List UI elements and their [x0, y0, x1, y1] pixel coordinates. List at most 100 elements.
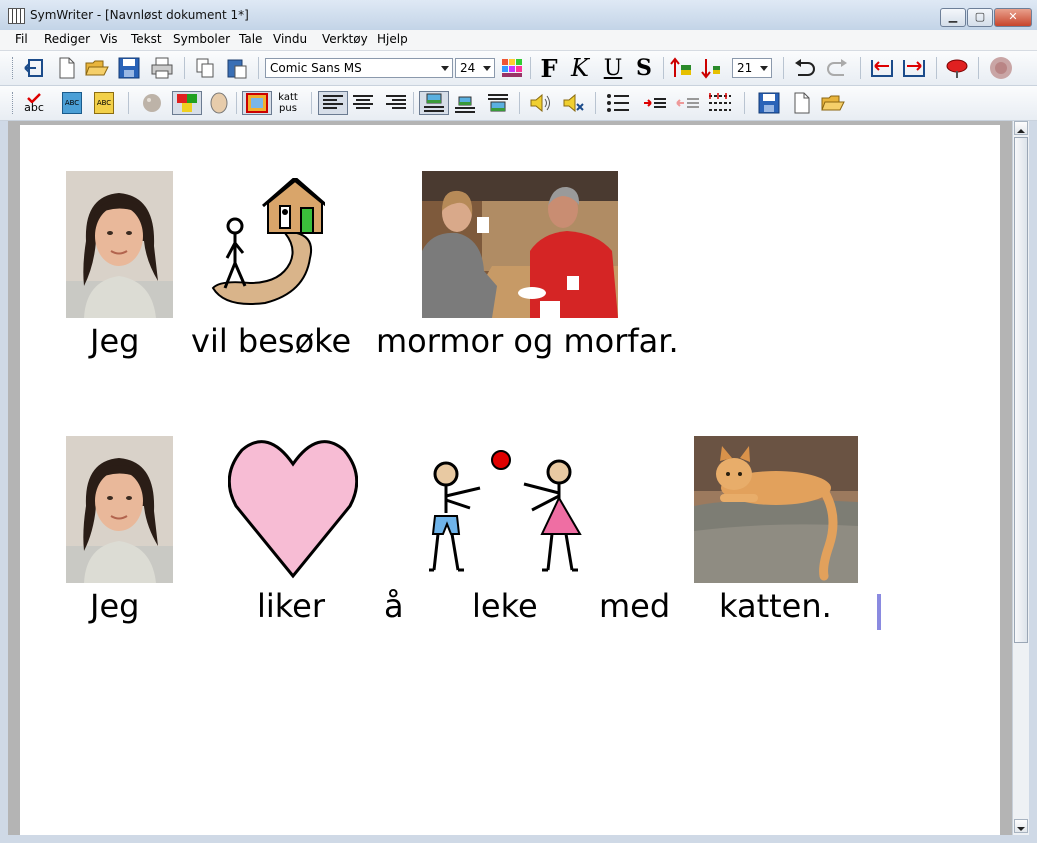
menu-fil[interactable]: Fil	[15, 32, 28, 46]
speak-settings-icon[interactable]	[561, 91, 585, 115]
word-jeg-1[interactable]: Jeg	[90, 322, 139, 360]
indent-right-icon[interactable]	[901, 56, 925, 80]
font-name-select[interactable]: Comic Sans MS	[265, 58, 453, 78]
word-mormor-og-morfar[interactable]: mormor og morfar.	[376, 322, 679, 360]
symbol-set-icon[interactable]: ABC	[60, 91, 84, 115]
color-palette-icon[interactable]	[500, 56, 524, 80]
copy-icon[interactable]	[193, 56, 217, 80]
toolbar-grip[interactable]	[12, 92, 16, 114]
picture-frame-icon[interactable]	[242, 91, 272, 115]
bold-icon[interactable]: F	[537, 54, 561, 83]
strike-icon[interactable]: S	[632, 55, 656, 81]
bullet-list-icon[interactable]	[606, 91, 630, 115]
indent-icon[interactable]	[676, 91, 700, 115]
title-bar: SymWriter - [Navnløst dokument 1*] ▁ ▢ ✕	[0, 0, 1037, 31]
word-leke[interactable]: leke	[472, 587, 538, 625]
numbered-list-icon[interactable]	[708, 91, 732, 115]
app-icon	[8, 8, 25, 24]
menu-vis[interactable]: Vis	[100, 32, 118, 46]
separator	[978, 57, 979, 79]
palette-icon[interactable]	[140, 91, 164, 115]
menu-tale[interactable]: Tale	[239, 32, 262, 46]
stop-icon[interactable]	[945, 56, 969, 80]
vertical-scrollbar[interactable]	[1012, 121, 1030, 835]
separator	[128, 92, 129, 114]
word-aa[interactable]: å	[384, 587, 404, 625]
girl-photo-2[interactable]	[66, 436, 173, 583]
picture-middle-icon[interactable]	[453, 91, 477, 115]
paste-icon[interactable]	[225, 56, 249, 80]
save-small-icon[interactable]	[757, 91, 781, 115]
align-center-icon[interactable]	[351, 91, 375, 115]
word-katten[interactable]: katten.	[719, 587, 832, 625]
walk-to-house-symbol[interactable]	[205, 176, 328, 313]
maximize-button[interactable]: ▢	[967, 8, 993, 27]
record-icon[interactable]	[989, 56, 1013, 80]
indent-left-icon[interactable]	[869, 56, 893, 80]
new-document-icon[interactable]	[55, 56, 79, 80]
toolbar-grip[interactable]	[12, 57, 16, 79]
spellcheck-icon[interactable]: abc	[22, 91, 46, 115]
girl-photo[interactable]	[66, 171, 173, 318]
open-small-icon[interactable]	[821, 91, 845, 115]
separator	[236, 92, 237, 114]
symbol-label-top: katt	[278, 92, 298, 103]
menu-verktoy[interactable]: Verktøy	[322, 32, 368, 46]
color-swatch-icon[interactable]	[172, 91, 202, 115]
speak-icon[interactable]	[528, 91, 552, 115]
symbol-set-alt-label: ABC	[94, 92, 114, 114]
window-frame-bottom	[0, 835, 1037, 843]
open-folder-icon[interactable]	[85, 56, 109, 80]
outdent-icon[interactable]	[643, 91, 667, 115]
decrease-symbol-size-icon[interactable]	[701, 56, 725, 80]
close-button[interactable]: ✕	[994, 8, 1032, 27]
menu-hjelp[interactable]: Hjelp	[377, 32, 408, 46]
separator	[184, 57, 185, 79]
new-small-icon[interactable]	[790, 91, 814, 115]
menu-vindu[interactable]: Vindu	[273, 32, 307, 46]
align-left-icon[interactable]	[318, 91, 348, 115]
print-icon[interactable]	[150, 56, 174, 80]
underline-icon[interactable]: U	[601, 56, 625, 81]
window-title: SymWriter - [Navnløst dokument 1*]	[30, 8, 249, 22]
redo-icon[interactable]	[825, 56, 849, 80]
separator	[860, 57, 861, 79]
chevron-down-icon	[483, 66, 491, 71]
increase-symbol-size-icon[interactable]	[670, 56, 694, 80]
heart-symbol[interactable]	[227, 434, 359, 580]
separator	[595, 92, 596, 114]
menu-symboler[interactable]: Symboler	[173, 32, 230, 46]
italic-icon[interactable]: K	[568, 54, 592, 82]
font-size-select[interactable]: 24	[455, 58, 495, 78]
scroll-up-icon[interactable]	[1014, 121, 1028, 135]
menu-tekst[interactable]: Tekst	[131, 32, 162, 46]
separator	[663, 57, 664, 79]
menu-bar: Fil Rediger Vis Tekst Symboler Tale Vind…	[0, 30, 1037, 78]
word-med[interactable]: med	[599, 587, 670, 625]
separator	[783, 57, 784, 79]
chevron-down-icon	[760, 66, 768, 71]
grandparents-photo[interactable]	[422, 171, 618, 318]
scroll-thumb[interactable]	[1014, 137, 1028, 643]
word-vil-besoke[interactable]: vil besøke	[191, 322, 351, 360]
separator	[413, 92, 414, 114]
symbol-set-alt-icon[interactable]: ABC	[92, 91, 116, 115]
oval-icon[interactable]	[207, 91, 231, 115]
symbol-label-icon[interactable]: katt pus	[276, 91, 300, 115]
word-jeg-2[interactable]: Jeg	[90, 587, 139, 625]
minimize-button[interactable]: ▁	[940, 8, 966, 27]
word-liker[interactable]: liker	[257, 587, 325, 625]
picture-above-icon[interactable]	[419, 91, 449, 115]
undo-icon[interactable]	[793, 56, 817, 80]
font-name-value: Comic Sans MS	[270, 61, 362, 75]
scroll-down-icon[interactable]	[1014, 819, 1028, 833]
picture-below-icon[interactable]	[486, 91, 510, 115]
exit-icon[interactable]	[22, 56, 46, 80]
cat-photo[interactable]	[694, 436, 858, 583]
menu-rediger[interactable]: Rediger	[44, 32, 90, 46]
align-right-icon[interactable]	[384, 91, 408, 115]
save-icon[interactable]	[117, 56, 141, 80]
play-together-symbol[interactable]	[428, 448, 588, 576]
symbol-size-select[interactable]: 21	[732, 58, 772, 78]
separator	[744, 92, 745, 114]
